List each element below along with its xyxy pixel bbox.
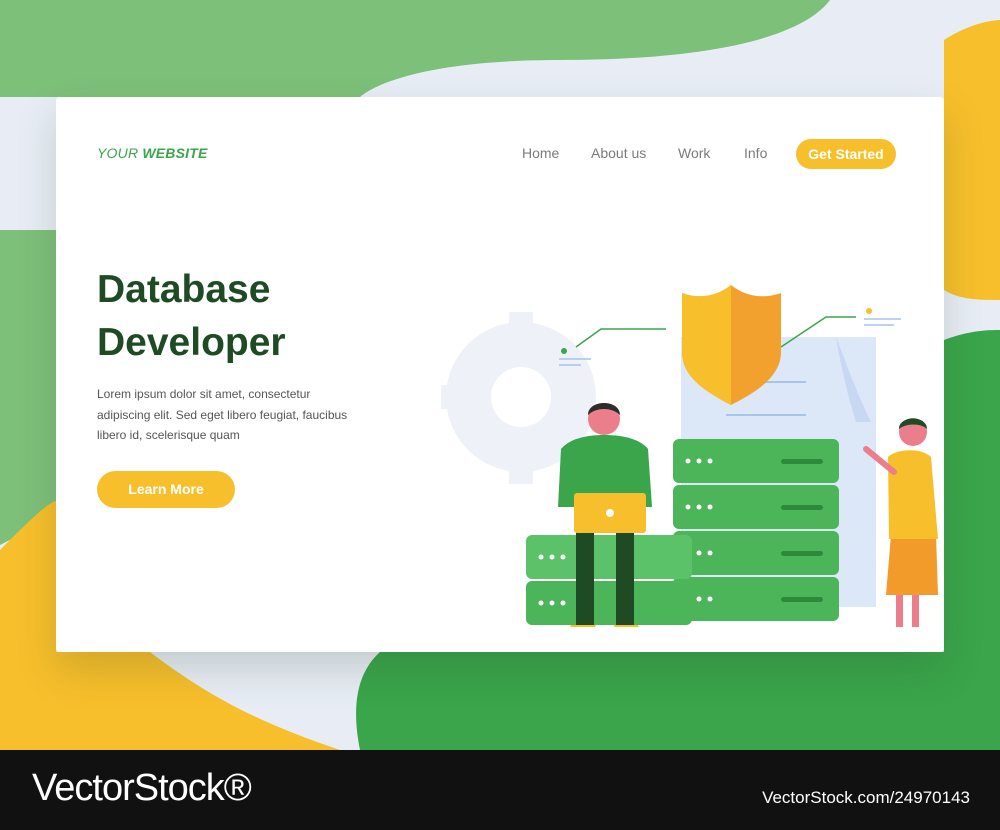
watermark-brand: VectorStock® — [32, 767, 252, 809]
title-line-1: Database — [97, 268, 271, 311]
server-stack-icon — [526, 535, 692, 625]
description-line: libero id, scelerisque quam — [97, 428, 240, 442]
nav-work[interactable]: Work — [678, 145, 710, 161]
database-illustration — [441, 285, 938, 627]
watermark-bar: VectorStock® VectorStock.com/24970143 — [0, 750, 1000, 830]
watermark-id: VectorStock.com/24970143 — [762, 788, 970, 807]
connector-line — [575, 328, 666, 348]
logo-prefix: YOUR — [97, 145, 143, 161]
get-started-button[interactable]: Get Started — [796, 139, 896, 169]
hero-description: Lorem ipsum dolor sit amet, consectetur … — [97, 384, 367, 446]
logo-strong: WEBSITE — [142, 145, 208, 161]
site-logo[interactable]: YOUR WEBSITE — [97, 145, 208, 161]
landing-card: YOUR WEBSITE Home About us Work Info Get… — [56, 97, 944, 652]
title-line-2: Developer — [97, 321, 286, 364]
bg-blob-left-green — [0, 230, 56, 545]
laptop-icon — [574, 493, 646, 533]
nav-home[interactable]: Home — [522, 145, 559, 161]
description-line: adipiscing elit. Sed eget libero feugiat… — [97, 407, 348, 422]
learn-more-button[interactable]: Learn More — [97, 471, 235, 508]
presenter-figure — [863, 418, 938, 627]
nav-info[interactable]: Info — [744, 145, 767, 161]
description-line: Lorem ipsum dolor sit amet, consectetur — [97, 387, 311, 401]
bg-blob-right-yellow — [944, 20, 1000, 300]
nav-about-us[interactable]: About us — [591, 145, 646, 161]
page-title: Database Developer — [97, 263, 286, 369]
